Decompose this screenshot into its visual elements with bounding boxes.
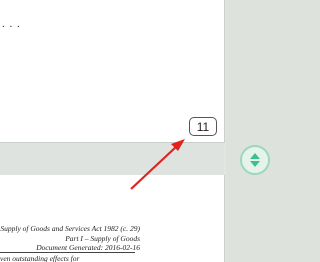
scroll-button[interactable] xyxy=(240,145,270,175)
footer-divider xyxy=(0,252,135,253)
ellipsis-text: . . . xyxy=(2,18,21,30)
footer-note: ven outstanding effects for xyxy=(0,254,80,262)
footer-part-title: Part I – Supply of Goods xyxy=(65,234,140,243)
page-separator xyxy=(0,143,224,176)
document-page: . . . 11 xyxy=(0,0,225,143)
footer-act-title: Supply of Goods and Services Act 1982 (c… xyxy=(0,224,140,233)
page-number-badge: 11 xyxy=(189,117,217,136)
footer-generated-date: Document Generated: 2016-02-16 xyxy=(36,243,140,252)
up-down-arrows-icon xyxy=(250,153,260,167)
document-viewer[interactable]: . . . 11 Supply of Goods and Services Ac… xyxy=(0,0,226,262)
